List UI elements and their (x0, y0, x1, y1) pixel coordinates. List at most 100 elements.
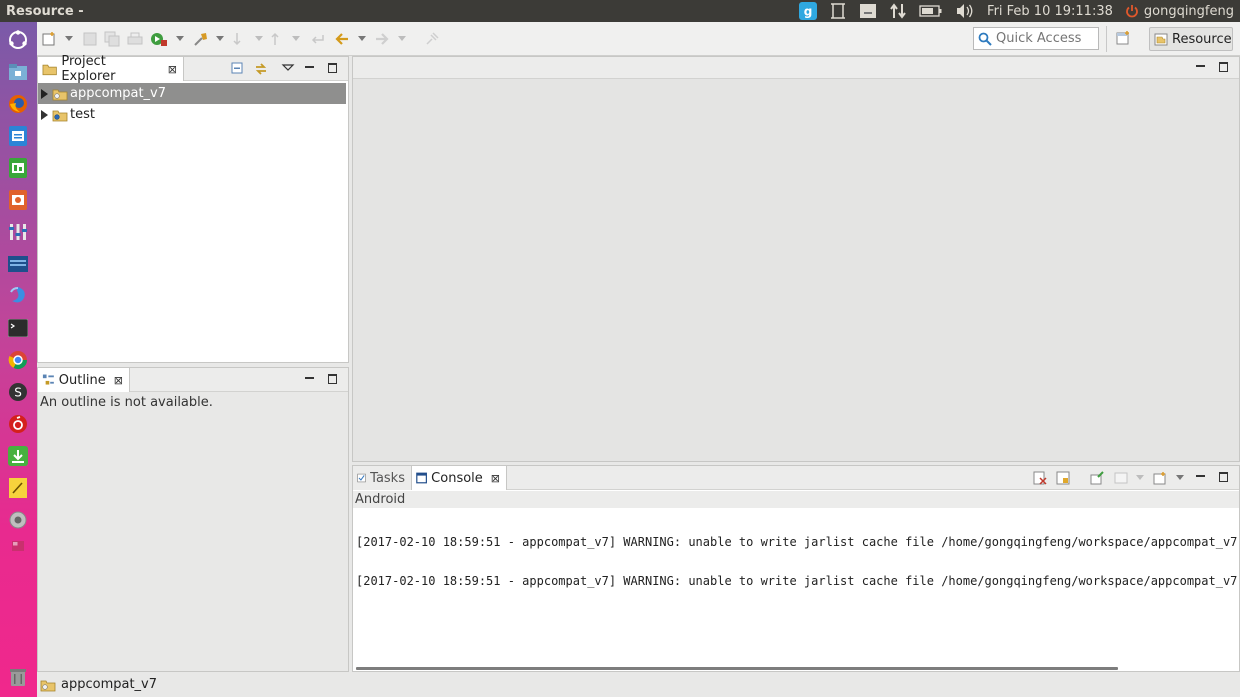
minimize-icon[interactable] (303, 61, 317, 75)
pin-console-icon[interactable] (1090, 471, 1104, 485)
tree-item-test[interactable]: test (38, 104, 346, 125)
project-explorer-panel: Project Explorer ⊠ appcompat_v7 test (37, 54, 349, 363)
system-settings-icon[interactable] (7, 509, 29, 531)
expand-icon[interactable] (41, 109, 48, 120)
netease-music-icon[interactable] (7, 413, 29, 435)
console-panel: Tasks Console ⊠ Android [2017-02-10 18:5… (352, 465, 1240, 672)
run-dropdown-icon[interactable] (176, 34, 184, 42)
steam-icon[interactable]: S (7, 381, 29, 403)
project-folder-icon (40, 680, 56, 691)
sogou-input-icon[interactable]: g (793, 0, 823, 22)
console-output[interactable]: [2017-02-10 18:59:51 - appcompat_v7] WAR… (356, 510, 1237, 614)
settings-tools-icon[interactable] (7, 221, 29, 243)
files-icon[interactable] (7, 61, 29, 83)
horizontal-scrollbar[interactable] (356, 667, 1118, 670)
back-icon[interactable] (333, 30, 351, 48)
minimize-icon[interactable] (1194, 470, 1208, 484)
svg-text:g: g (804, 5, 813, 19)
back-dropdown-icon[interactable] (358, 34, 366, 42)
tab-label: Outline (58, 372, 106, 388)
collapse-all-icon[interactable] (231, 62, 245, 76)
firefox-icon[interactable] (7, 93, 29, 115)
session-menu[interactable]: gongqingfeng (1119, 0, 1240, 22)
user-name: gongqingfeng (1143, 3, 1234, 19)
display-console-icon (1114, 471, 1128, 485)
open-console-icon[interactable] (1153, 471, 1167, 485)
display-console-dropdown-icon (1136, 473, 1144, 481)
console-header: Tasks Console ⊠ (353, 466, 1239, 490)
calc-icon[interactable] (7, 157, 29, 179)
forward-icon (373, 30, 391, 48)
ubuntu-dash-icon[interactable] (7, 29, 29, 51)
next-annotation-dropdown-icon (255, 34, 263, 42)
editor-area (352, 56, 1240, 462)
search-icon (978, 32, 992, 46)
quick-access-input[interactable] (996, 31, 1096, 46)
impress-icon[interactable] (7, 189, 29, 211)
tree-item-label: appcompat_v7 (70, 86, 167, 101)
editor-area-header (353, 57, 1239, 79)
tab-project-explorer[interactable]: Project Explorer ⊠ (38, 54, 184, 84)
project-explorer-header: Project Explorer ⊠ (38, 54, 348, 84)
perspective-separator (1106, 26, 1107, 52)
svg-text:S: S (14, 386, 22, 400)
maximize-icon[interactable] (1217, 60, 1231, 74)
console-line: [2017-02-10 18:59:51 - appcompat_v7] WAR… (356, 535, 1238, 549)
writer-icon[interactable] (7, 125, 29, 147)
print-icon (126, 30, 144, 48)
tab-console[interactable]: Console ⊠ (411, 466, 507, 490)
tasks-icon (357, 473, 366, 483)
run-icon[interactable] (150, 30, 168, 48)
tab-tasks[interactable]: Tasks (353, 466, 411, 490)
maximize-icon[interactable] (326, 61, 340, 75)
power-icon (1126, 5, 1138, 18)
console-icon (416, 472, 427, 484)
eclipse-window: Resource Project Explorer ⊠ (37, 22, 1240, 697)
clock[interactable]: Fri Feb 10 19:11:38 (981, 0, 1119, 22)
software-updater-icon[interactable] (7, 445, 29, 467)
network-icon[interactable] (883, 0, 913, 22)
minimize-icon[interactable] (303, 372, 317, 386)
link-with-editor-icon[interactable] (253, 61, 269, 77)
new-dropdown-icon[interactable] (65, 34, 73, 42)
view-menu-icon[interactable] (281, 61, 295, 75)
chrome-icon[interactable] (7, 349, 29, 371)
new-icon[interactable] (40, 30, 58, 48)
console-line: [2017-02-10 18:59:51 - appcompat_v7] WAR… (356, 574, 1238, 588)
minimize-icon[interactable] (1194, 60, 1208, 74)
terminal-icon[interactable] (7, 317, 29, 339)
volume-icon[interactable] (949, 0, 981, 22)
close-icon[interactable]: ⊠ (114, 374, 123, 387)
maximize-icon[interactable] (1217, 470, 1231, 484)
trash-icon[interactable] (7, 666, 29, 688)
resource-perspective-button[interactable]: Resource (1149, 27, 1233, 51)
clear-console-icon[interactable] (1033, 471, 1047, 485)
deepin-icon[interactable] (7, 285, 29, 307)
maximize-icon[interactable] (326, 372, 340, 386)
close-icon[interactable]: ⊠ (491, 472, 500, 485)
project-folder-icon (52, 89, 68, 100)
external-tools-dropdown-icon[interactable] (216, 34, 224, 42)
top-panel: Resource - g Fri Feb 10 19:11:38 gongqin… (0, 0, 1240, 22)
tree-item-appcompat[interactable]: appcompat_v7 (38, 83, 346, 104)
close-icon[interactable]: ⊠ (168, 63, 177, 76)
tab-label: Project Explorer (61, 54, 116, 84)
scroll-lock-icon[interactable] (1056, 471, 1070, 485)
expand-icon[interactable] (41, 88, 48, 99)
keyboard-icon[interactable] (853, 0, 883, 22)
battery-icon[interactable] (913, 0, 949, 22)
previous-annotation-icon (266, 30, 284, 48)
notes-icon[interactable] (7, 477, 29, 499)
tree-item-label: test (70, 107, 95, 122)
workspace-icon[interactable] (7, 535, 29, 557)
external-tools-icon[interactable] (192, 30, 210, 48)
sqlitebrowser-icon[interactable] (7, 253, 29, 275)
pin-editor-icon (423, 30, 441, 48)
quick-access-field[interactable] (973, 27, 1099, 50)
system-tray: g Fri Feb 10 19:11:38 gongqingfeng (793, 0, 1240, 22)
open-console-dropdown-icon[interactable] (1176, 473, 1184, 481)
tab-outline[interactable]: Outline ⊠ (38, 368, 130, 392)
project-folder-icon (52, 110, 68, 121)
open-perspective-icon[interactable] (1115, 30, 1133, 48)
screenshot-icon[interactable] (823, 0, 853, 22)
